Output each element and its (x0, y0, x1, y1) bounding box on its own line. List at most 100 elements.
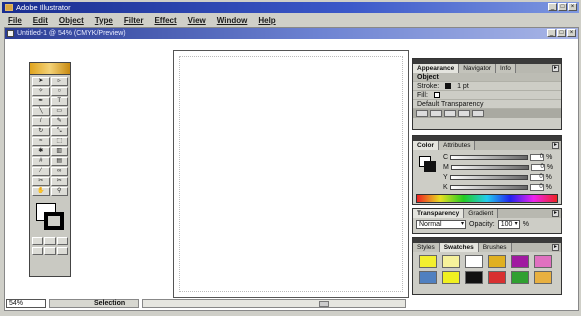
color-swatch[interactable] (511, 271, 529, 284)
artboard[interactable] (173, 50, 409, 298)
standard-screen-mode-icon[interactable] (32, 247, 44, 255)
menu-object[interactable]: Object (59, 16, 84, 25)
scale-tool-icon[interactable]: ⤡ (50, 127, 68, 136)
stroke-swatch[interactable] (44, 212, 64, 230)
color-swatch[interactable] (442, 255, 460, 268)
tab-attributes[interactable]: Attributes (438, 141, 476, 150)
magic-wand-tool-icon[interactable]: ✧ (32, 87, 50, 96)
black-slider-track[interactable] (449, 184, 528, 190)
warp-tool-icon[interactable]: ≈ (32, 137, 50, 146)
color-swatch[interactable] (465, 255, 483, 268)
yellow-value[interactable]: 0 (529, 173, 544, 181)
close-button[interactable]: × (568, 3, 577, 11)
cyan-slider[interactable]: C 0 % (443, 153, 559, 161)
direct-selection-tool-icon[interactable]: ▹ (50, 77, 68, 86)
tab-gradient[interactable]: Gradient (464, 209, 499, 218)
line-tool-icon[interactable]: ╲ (32, 107, 50, 116)
duplicate-item-icon[interactable] (458, 110, 470, 117)
menu-edit[interactable]: Edit (33, 16, 48, 25)
gradient-mode-icon[interactable] (44, 237, 56, 245)
menu-effect[interactable]: Effect (154, 16, 176, 25)
color-swatch[interactable] (488, 255, 506, 268)
black-value[interactable]: 0 (529, 183, 544, 191)
color-mode-icon[interactable] (32, 237, 44, 245)
opacity-field[interactable]: 100 (497, 219, 520, 229)
appearance-stroke-row[interactable]: Stroke: 1 pt (413, 82, 561, 91)
color-swatch[interactable] (488, 271, 506, 284)
pencil-tool-icon[interactable]: ✎ (50, 117, 68, 126)
tab-styles[interactable]: Styles (413, 243, 440, 252)
blend-tool-icon[interactable]: ∞ (50, 167, 68, 176)
menu-file[interactable]: File (8, 16, 22, 25)
magenta-slider[interactable]: M 0 % (443, 163, 559, 171)
color-spectrum-bar[interactable] (416, 194, 558, 203)
color-swatch[interactable] (534, 271, 552, 284)
full-screen-mode-icon[interactable] (56, 247, 68, 255)
color-swatch[interactable] (511, 255, 529, 268)
doc-close-button[interactable]: × (567, 29, 576, 37)
lasso-tool-icon[interactable]: ○ (50, 87, 68, 96)
palette-menu-icon[interactable]: ▸ (552, 210, 559, 217)
minimize-button[interactable]: _ (548, 3, 557, 11)
color-swatch[interactable] (534, 255, 552, 268)
doc-minimize-button[interactable]: _ (547, 29, 556, 37)
cyan-value[interactable]: 0 (530, 153, 545, 161)
gradient-tool-icon[interactable]: ▤ (50, 157, 68, 166)
doc-maximize-button[interactable]: □ (557, 29, 566, 37)
none-mode-icon[interactable] (56, 237, 68, 245)
magenta-value[interactable]: 0 (530, 163, 545, 171)
tab-brushes[interactable]: Brushes (478, 243, 512, 252)
delete-item-icon[interactable] (472, 110, 484, 117)
rectangle-tool-icon[interactable]: ▭ (50, 107, 68, 116)
tab-appearance[interactable]: Appearance (413, 64, 460, 73)
fill-stroke-control[interactable] (32, 200, 68, 234)
tab-info[interactable]: Info (496, 64, 516, 73)
appearance-transparency-row[interactable]: Default Transparency (413, 100, 561, 109)
color-swatch[interactable] (465, 271, 483, 284)
tab-navigator[interactable]: Navigator (459, 64, 497, 73)
menu-filter[interactable]: Filter (124, 16, 144, 25)
tab-swatches[interactable]: Swatches (439, 243, 479, 252)
blend-mode-select[interactable]: Normal (416, 219, 466, 229)
pen-tool-icon[interactable]: ✒ (32, 97, 50, 106)
new-art-basic-appearance-icon[interactable] (416, 110, 428, 117)
maximize-button[interactable]: □ (558, 3, 567, 11)
scrollbar-thumb[interactable] (319, 300, 329, 307)
reduce-to-basic-icon[interactable] (444, 110, 456, 117)
type-tool-icon[interactable]: T (50, 97, 68, 106)
tab-color[interactable]: Color (413, 141, 439, 150)
color-swatch[interactable] (419, 255, 437, 268)
paintbrush-tool-icon[interactable]: / (32, 117, 50, 126)
mesh-tool-icon[interactable]: # (32, 157, 50, 166)
menu-type[interactable]: Type (95, 16, 113, 25)
color-swatch[interactable] (419, 271, 437, 284)
black-slider[interactable]: K 0 % (443, 183, 559, 191)
zoom-tool-icon[interactable]: ⚲ (50, 187, 68, 196)
free-transform-tool-icon[interactable]: ⬚ (50, 137, 68, 146)
yellow-slider-track[interactable] (449, 174, 528, 180)
hand-tool-icon[interactable]: ✋ (32, 187, 50, 196)
clear-appearance-icon[interactable] (430, 110, 442, 117)
palette-menu-icon[interactable]: ▸ (552, 244, 559, 251)
tab-transparency[interactable]: Transparency (413, 209, 465, 218)
magenta-slider-track[interactable] (450, 164, 529, 170)
zoom-level-field[interactable]: 54% (6, 298, 46, 308)
selection-tool-icon[interactable]: ➤ (32, 77, 50, 86)
menu-help[interactable]: Help (258, 16, 275, 25)
cyan-slider-track[interactable] (450, 154, 529, 160)
status-tool-field[interactable]: Selection (49, 298, 139, 308)
menu-view[interactable]: View (188, 16, 206, 25)
full-screen-menu-mode-icon[interactable] (44, 247, 56, 255)
rotate-tool-icon[interactable]: ↻ (32, 127, 50, 136)
slice-tool-icon[interactable]: ✂ (32, 177, 50, 186)
palette-menu-icon[interactable]: ▸ (552, 142, 559, 149)
symbol-sprayer-tool-icon[interactable]: ✱ (32, 147, 50, 156)
yellow-slider[interactable]: Y 0 % (443, 173, 559, 181)
appearance-fill-row[interactable]: Fill: (413, 91, 561, 100)
eyedropper-tool-icon[interactable]: ⁄ (32, 167, 50, 176)
palette-menu-icon[interactable]: ▸ (552, 65, 559, 72)
appearance-object-row[interactable]: Object (413, 73, 561, 82)
horizontal-scrollbar[interactable] (142, 298, 406, 308)
graph-tool-icon[interactable]: ▥ (50, 147, 68, 156)
color-swatch[interactable] (442, 271, 460, 284)
